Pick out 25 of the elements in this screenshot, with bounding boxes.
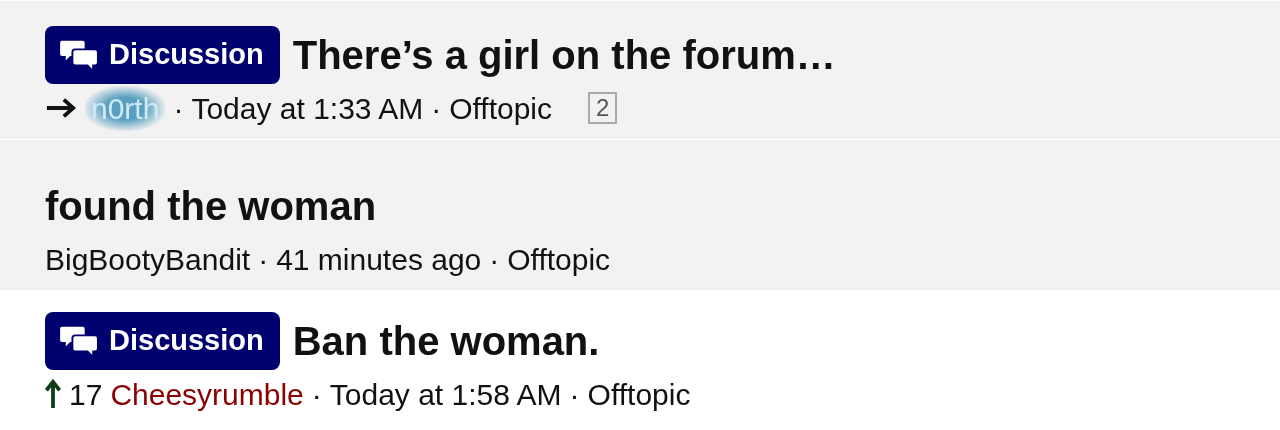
post-time: Today at 1:58 AM	[329, 376, 562, 413]
thread-title[interactable]: There’s a girl on the forum…	[292, 25, 836, 85]
up-arrow-icon	[45, 379, 61, 409]
forum-link[interactable]: Offtopic	[449, 85, 553, 131]
forum-link[interactable]: Offtopic	[587, 371, 691, 417]
speech-bubbles-icon	[59, 324, 99, 358]
badge-label: Discussion	[109, 323, 264, 359]
separator: ·	[311, 376, 322, 413]
post-time: 41 minutes ago	[276, 241, 482, 278]
author-link[interactable]: BigBootyBandit	[45, 236, 251, 282]
page-link[interactable]: 2	[588, 92, 618, 124]
post-time: Today at 1:33 AM	[191, 90, 424, 127]
speech-bubbles-icon	[59, 38, 99, 72]
badge-label: Discussion	[109, 37, 264, 73]
vote-count: 17	[69, 376, 103, 413]
right-arrow-icon	[45, 97, 77, 119]
author-link[interactable]: Cheesyrumble	[110, 371, 304, 417]
separator: ·	[489, 241, 500, 278]
separator: ·	[431, 90, 442, 127]
forum-link[interactable]: Offtopic	[507, 236, 611, 282]
thread-title[interactable]: Ban the woman.	[292, 311, 600, 371]
separator: ·	[173, 90, 184, 127]
separator: ·	[258, 241, 269, 278]
separator: ·	[569, 376, 580, 413]
thread-title[interactable]: found the woman	[45, 176, 377, 236]
